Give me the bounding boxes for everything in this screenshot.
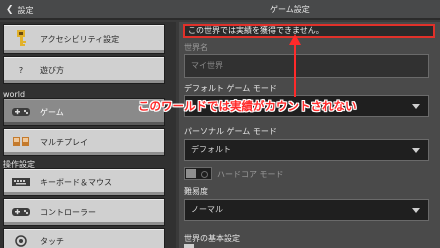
back-label: 設定 bbox=[17, 5, 34, 15]
toggle-knob bbox=[186, 169, 196, 178]
sidebar-item-label: コントローラー bbox=[40, 207, 96, 217]
difficulty-label: 難易度 bbox=[184, 187, 208, 196]
chevron-down-icon bbox=[412, 208, 420, 213]
toggle-off-icon bbox=[201, 171, 208, 178]
settings-panel: この世界では実績を獲得できません。 世界名 マイ世界 デフォルト ゲーム モード… bbox=[179, 22, 440, 248]
personal-game-mode-dropdown[interactable]: デフォルト bbox=[184, 139, 429, 161]
sidebar-item-accessibility[interactable]: アクセシビリティ設定 bbox=[3, 24, 165, 54]
players-icon bbox=[10, 133, 32, 151]
sidebar-item-label: ゲーム bbox=[40, 107, 64, 117]
keyboard-icon bbox=[10, 173, 32, 191]
settings-toggle-partial[interactable] bbox=[184, 244, 194, 248]
default-game-mode-label: デフォルト ゲーム モード bbox=[184, 84, 277, 93]
question-icon: ? bbox=[18, 65, 24, 75]
difficulty-dropdown[interactable]: ノーマル bbox=[184, 199, 429, 221]
sidebar-item-touch[interactable]: タッチ bbox=[3, 228, 165, 248]
touch-icon bbox=[10, 232, 32, 248]
key-icon bbox=[10, 30, 32, 48]
chevron-down-icon bbox=[412, 148, 420, 153]
sidebar-item-label: 遊び方 bbox=[40, 65, 64, 75]
back-button[interactable]: ❮ 設定 bbox=[0, 0, 34, 20]
world-name-field[interactable]: マイ世界 bbox=[184, 54, 429, 78]
sidebar-item-multiplayer[interactable]: マルチプレイ bbox=[3, 128, 165, 156]
sidebar-item-keyboard-mouse[interactable]: キーボード＆マウス bbox=[3, 168, 165, 196]
sidebar-item-label: タッチ bbox=[40, 236, 64, 246]
hardcore-label: ハードコア モード bbox=[217, 170, 284, 179]
title-bar: ❮ 設定 ゲーム設定 bbox=[0, 0, 440, 20]
page-title: ゲーム設定 bbox=[270, 5, 310, 14]
annotation-text: このワールドでは実績がカウントされない bbox=[138, 99, 357, 113]
controller-icon bbox=[10, 203, 32, 221]
hardcore-toggle[interactable] bbox=[184, 167, 212, 180]
difficulty-value: ノーマル bbox=[191, 205, 223, 214]
sidebar-item-label: アクセシビリティ設定 bbox=[40, 34, 120, 44]
chevron-left-icon: ❮ bbox=[6, 5, 14, 15]
controller-icon bbox=[10, 103, 32, 121]
sidebar-item-label: キーボード＆マウス bbox=[40, 177, 112, 187]
personal-game-mode-value: デフォルト bbox=[191, 145, 231, 154]
sidebar-item-controller[interactable]: コントローラー bbox=[3, 198, 165, 226]
sidebar-item-label: マルチプレイ bbox=[40, 137, 88, 147]
sidebar-item-how-to-play[interactable]: ? 遊び方 bbox=[3, 56, 165, 84]
sidebar: アクセシビリティ設定 ? 遊び方 world ゲーム マルチプレイ 操作設定 キ… bbox=[0, 22, 176, 248]
achievements-notice: この世界では実績を獲得できません。 bbox=[183, 24, 435, 38]
world-name-label: 世界名 bbox=[184, 43, 208, 52]
world-basic-settings-label: 世界の基本設定 bbox=[184, 234, 240, 243]
personal-game-mode-label: パーソナル ゲーム モード bbox=[184, 127, 277, 136]
